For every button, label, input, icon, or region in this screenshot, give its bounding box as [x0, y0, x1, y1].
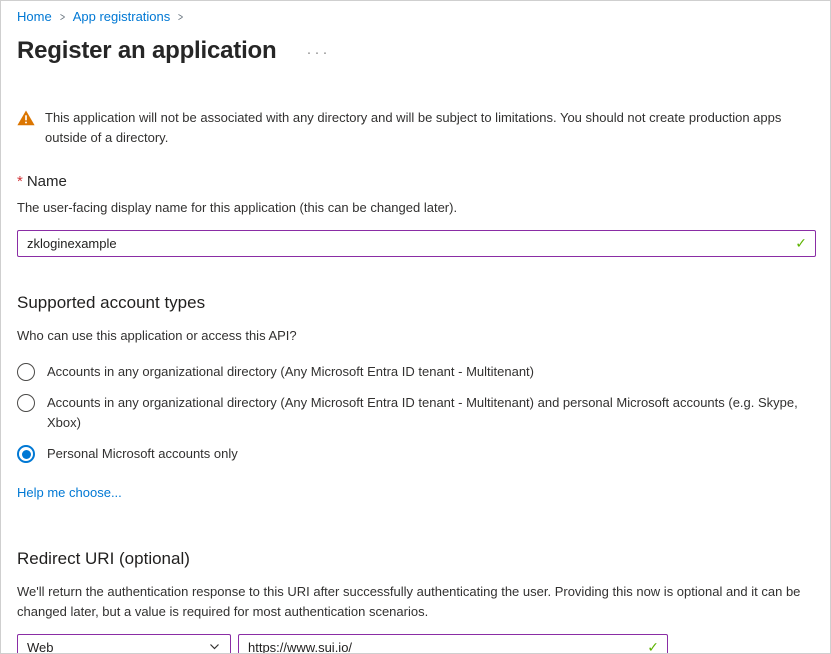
warning-triangle-icon [17, 110, 35, 148]
account-type-radio-group: Accounts in any organizational directory… [17, 362, 814, 464]
name-label-text: Name [27, 173, 67, 190]
name-input[interactable] [17, 230, 816, 257]
account-type-option-multitenant[interactable]: Accounts in any organizational directory… [17, 362, 814, 382]
help-me-choose-link[interactable]: Help me choose... [17, 485, 122, 500]
radio-button[interactable] [17, 394, 35, 412]
account-type-option-multitenant-personal[interactable]: Accounts in any organizational directory… [17, 393, 814, 433]
register-application-blade: Home > App registrations > Register an a… [0, 0, 831, 654]
account-type-option-personal-only[interactable]: Personal Microsoft accounts only [17, 444, 814, 464]
breadcrumb-home-link[interactable]: Home [17, 9, 52, 25]
breadcrumb-separator-icon: > [178, 9, 183, 25]
blade-context-menu-icon[interactable]: ··· [306, 44, 330, 58]
supported-account-types-heading: Supported account types [17, 292, 814, 314]
breadcrumb-separator-icon: > [60, 9, 65, 25]
redirect-uri-field-wrap: ✓ [238, 634, 668, 654]
radio-label: Personal Microsoft accounts only [47, 444, 238, 464]
platform-select-value: Web [27, 640, 54, 654]
radio-button[interactable] [17, 445, 35, 463]
required-asterisk: * [17, 173, 23, 190]
warning-banner: This application will not be associated … [17, 108, 814, 148]
redirect-uri-controls: Web ✓ [17, 634, 814, 654]
redirect-uri-description: We'll return the authentication response… [17, 582, 814, 622]
redirect-uri-input[interactable] [238, 634, 668, 654]
chevron-down-icon [208, 640, 221, 654]
radio-dot [22, 450, 31, 459]
radio-label: Accounts in any organizational directory… [47, 362, 534, 382]
platform-select[interactable]: Web [17, 634, 231, 654]
name-field-label: *Name [17, 173, 814, 190]
warning-text: This application will not be associated … [45, 108, 814, 148]
redirect-uri-heading: Redirect URI (optional) [17, 548, 814, 570]
name-field-description: The user-facing display name for this ap… [17, 199, 814, 217]
name-field-wrap: ✓ [17, 230, 816, 257]
title-row: Register an application ··· [17, 36, 814, 66]
radio-label: Accounts in any organizational directory… [47, 393, 812, 433]
account-types-question: Who can use this application or access t… [17, 328, 814, 343]
page-title: Register an application [17, 36, 276, 66]
breadcrumb: Home > App registrations > [17, 9, 814, 25]
radio-button[interactable] [17, 363, 35, 381]
breadcrumb-app-registrations-link[interactable]: App registrations [73, 9, 171, 25]
